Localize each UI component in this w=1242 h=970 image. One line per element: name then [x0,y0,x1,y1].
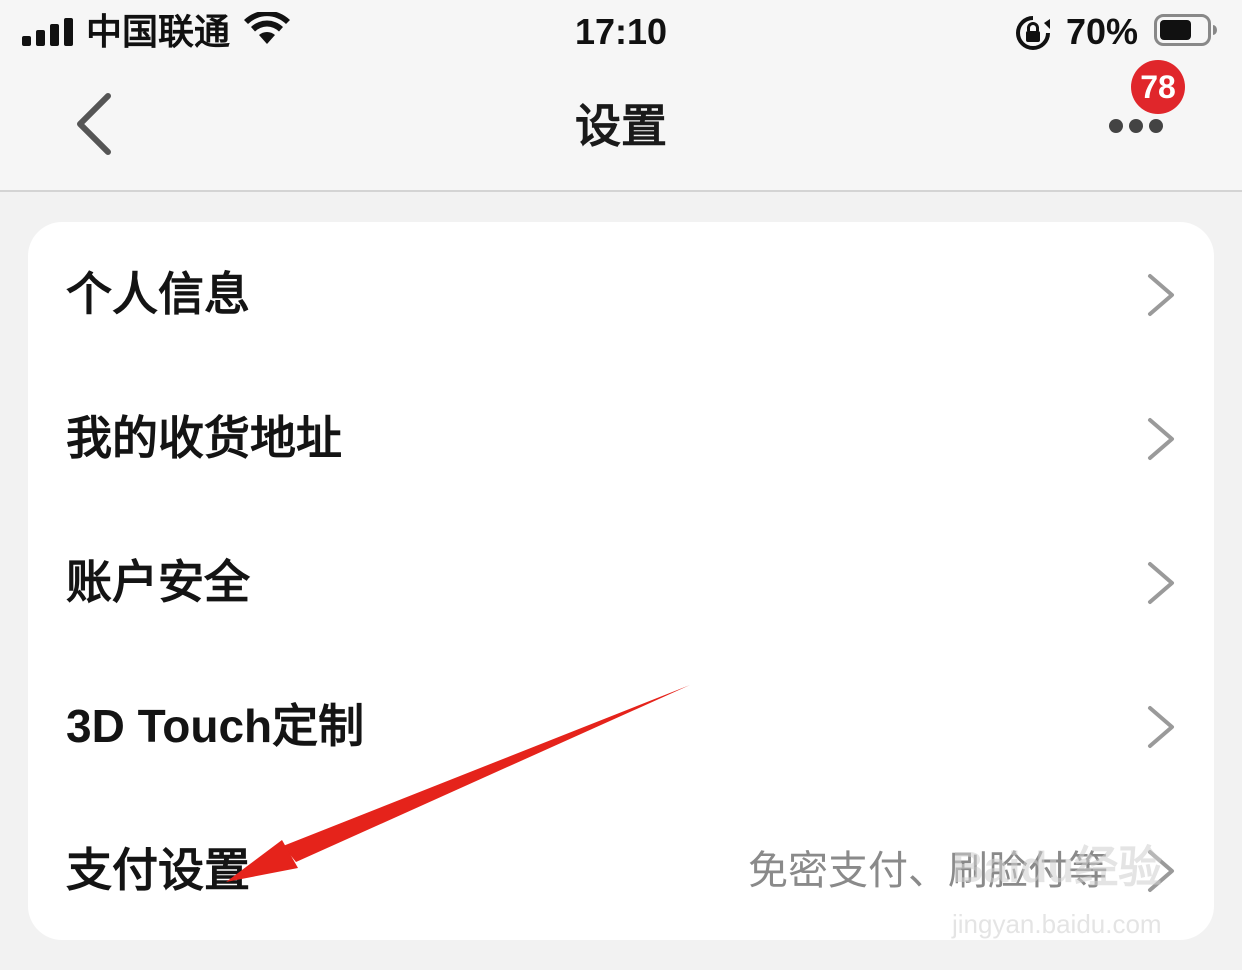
orientation-lock-icon [1016,16,1050,50]
chevron-right-icon [1148,418,1174,460]
settings-item-3d-touch[interactable]: 3D Touch定制 [28,654,1214,798]
settings-item-label: 账户安全 [66,556,250,608]
navigation-bar: 设置 [0,64,1242,192]
settings-item-label: 支付设置 [66,844,250,896]
settings-item-shipping-address[interactable]: 我的收货地址 [28,366,1214,510]
settings-item-personal-info[interactable]: 个人信息 [28,222,1214,366]
watermark-url: jingyan.baidu.com [952,909,1162,939]
watermark-logo: Baidu经验 [952,843,1163,892]
chevron-right-icon [1148,706,1174,748]
settings-item-label: 我的收货地址 [66,412,342,464]
notification-badge: 78 [1131,60,1185,114]
status-bar: 中国联通 17:10 70% [0,0,1242,64]
chevron-right-icon [1148,274,1174,316]
settings-item-label: 个人信息 [66,268,250,320]
settings-item-label: 3D Touch定制 [66,700,365,752]
page-title: 设置 [575,100,667,152]
watermark: Baidu经验 jingyan.baidu.com [952,840,1192,950]
battery-percentage: 70% [1066,11,1139,52]
chevron-right-icon [1148,562,1174,604]
settings-item-account-security[interactable]: 账户安全 [28,510,1214,654]
battery-icon [1154,14,1217,46]
status-time: 17:10 [574,11,668,52]
settings-list: 个人信息 我的收货地址 账户安全 3D Touch定制 支付设置 免密支付、刷脸… [28,222,1214,940]
